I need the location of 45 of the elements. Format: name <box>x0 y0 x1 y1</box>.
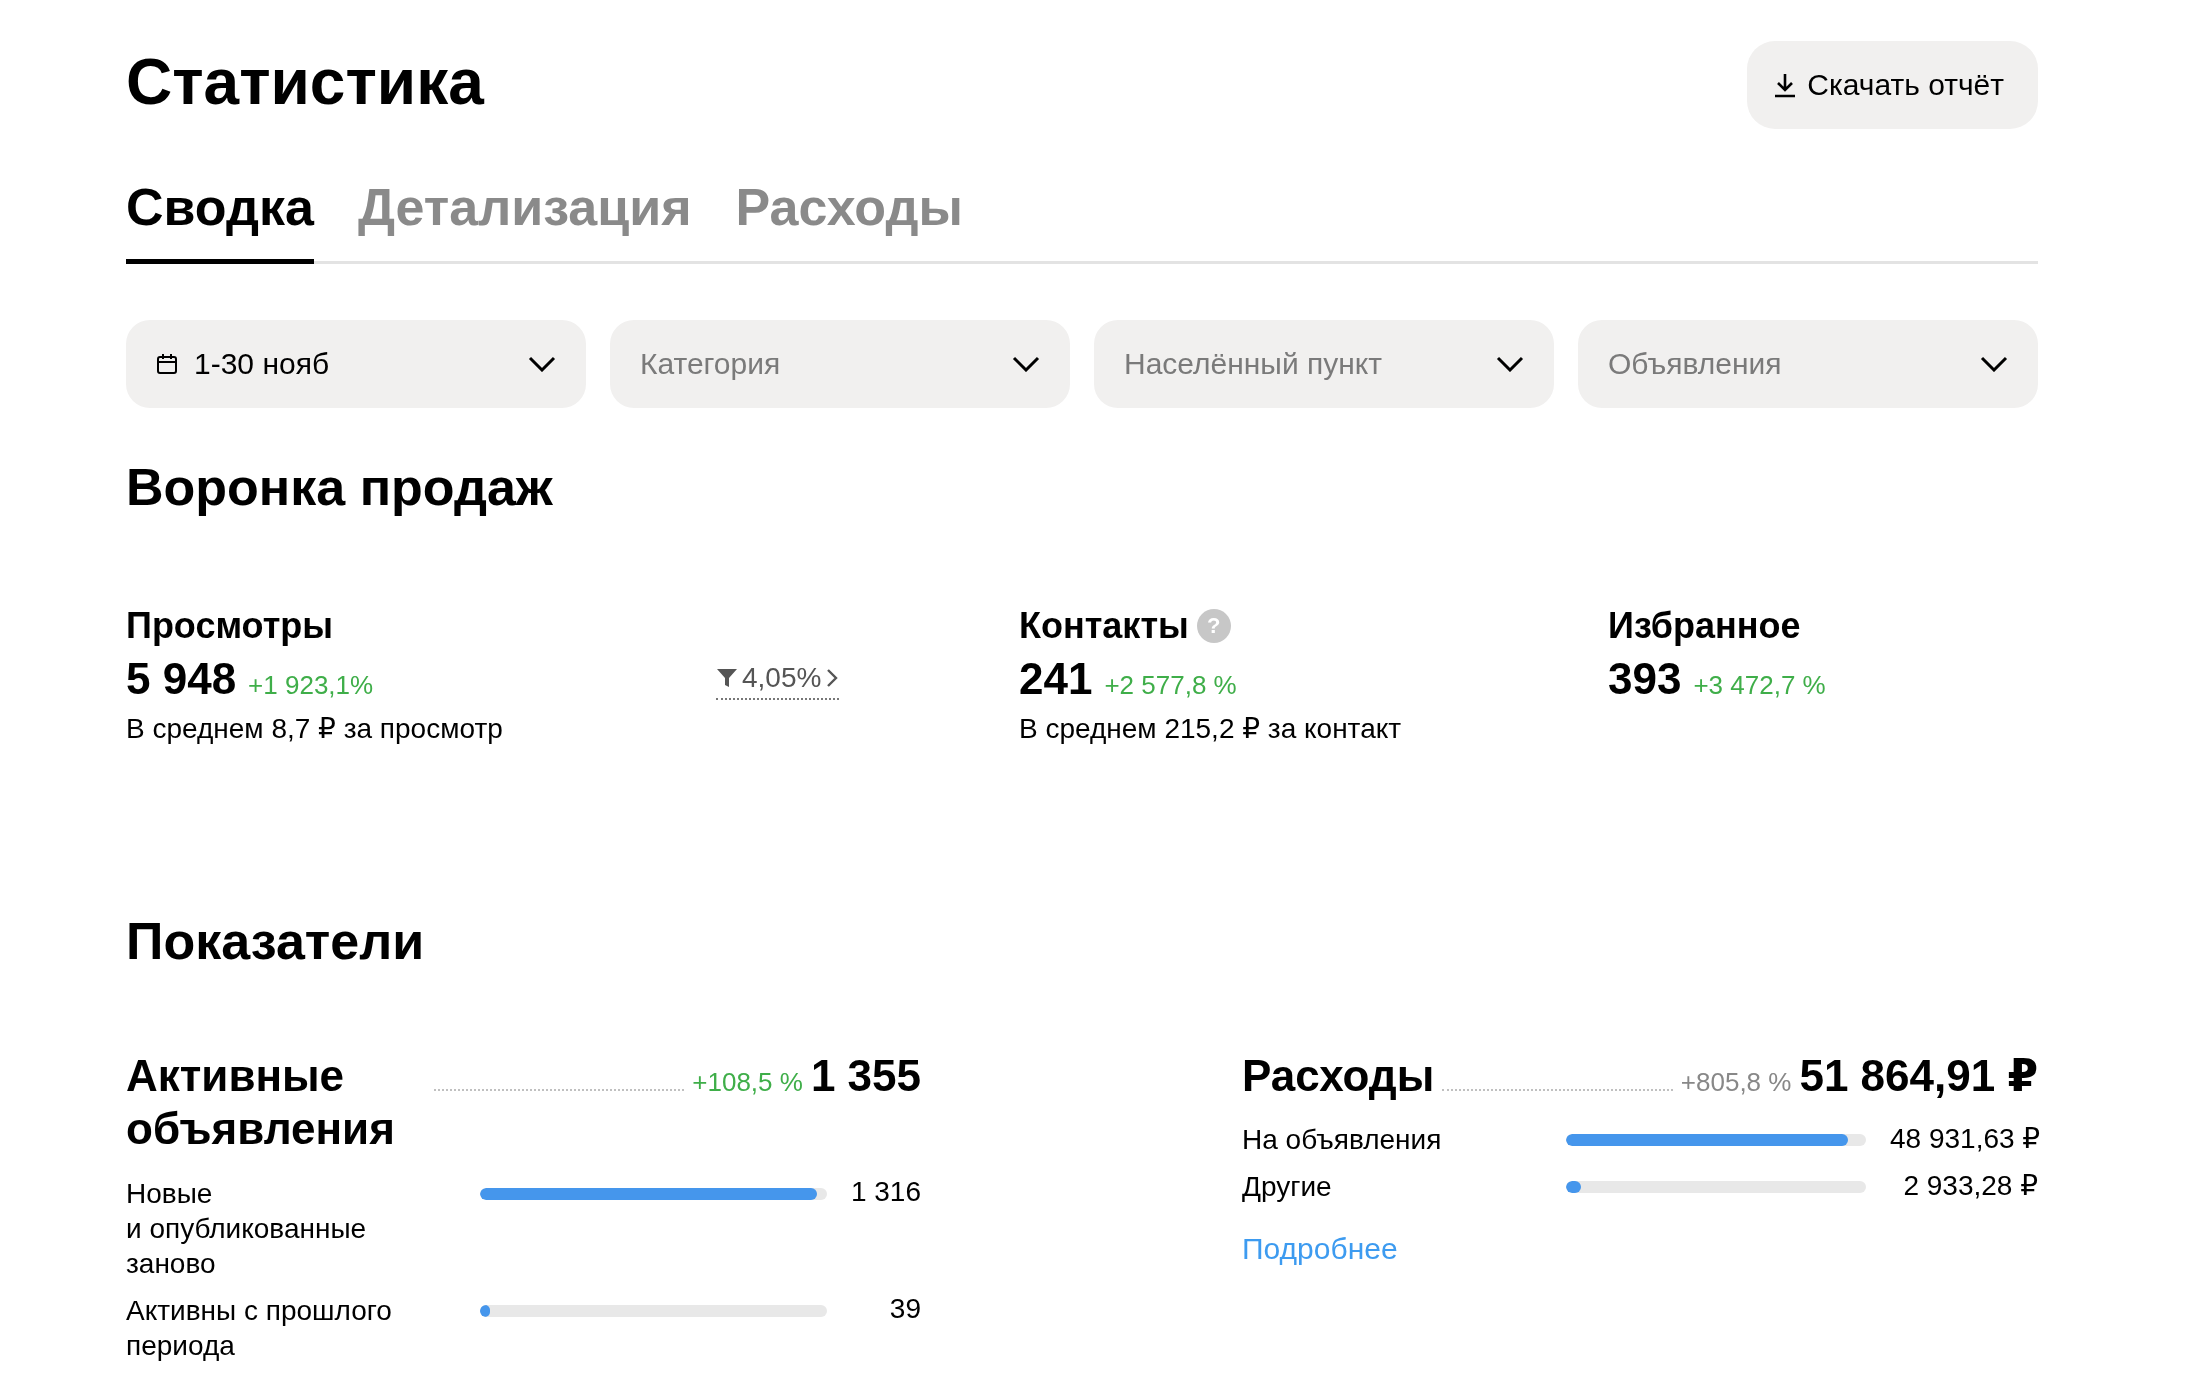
row-label: На объявления <box>1242 1123 1443 1158</box>
filter-dropdown[interactable]: Объявления <box>1578 320 2038 408</box>
row-label: Активны с прошлого периода <box>126 1294 393 1364</box>
metric-label: Контакты <box>1019 605 1189 648</box>
tab[interactable]: Детализация <box>357 177 692 264</box>
page-title: Статистика <box>126 47 484 118</box>
chevron-down-icon <box>1980 356 2008 372</box>
metric-label: Просмотры <box>126 605 334 648</box>
metric-value: 393 <box>1608 654 1682 705</box>
download-report-button[interactable]: Скачать отчёт <box>1747 41 2038 129</box>
row-label: Новые и опубликованные заново <box>126 1177 368 1282</box>
row-value: 1 316 <box>850 1176 921 1209</box>
indicator-value: 1 355 <box>810 1050 921 1101</box>
tab[interactable]: Расходы <box>735 177 963 264</box>
metric-value: 241 <box>1019 654 1093 705</box>
metric-label: Избранное <box>1608 605 1801 648</box>
tab[interactable]: Сводка <box>126 177 314 264</box>
filter-dropdown[interactable]: Населённый пункт <box>1094 320 1554 408</box>
filter-dropdown[interactable]: 1-30 нояб <box>126 320 586 408</box>
chevron-down-icon <box>1496 356 1524 372</box>
chevron-down-icon <box>528 356 556 372</box>
metric-change: +1 923,1% <box>248 670 374 702</box>
row-label: Другие <box>1242 1170 1333 1205</box>
details-link[interactable]: Подробнее <box>1242 1232 1398 1267</box>
filter-dropdown[interactable]: Категория <box>610 320 1070 408</box>
indicator-title: Активные объявления <box>126 1049 396 1156</box>
download-icon <box>1773 72 1798 98</box>
chevron-down-icon <box>1012 356 1040 372</box>
row-value: 2 933,28 ₽ <box>1902 1169 2038 1203</box>
metric-note: В среднем 8,7 ₽ за просмотр <box>126 712 504 746</box>
metric-change: +3 472,7 % <box>1693 670 1826 702</box>
indicator-change: +108,5 % <box>692 1066 803 1098</box>
metric-value: 5 948 <box>126 654 237 705</box>
metric-change: +2 577,8 % <box>1104 670 1237 702</box>
section-title: Воронка продаж <box>126 457 554 518</box>
filter-icon <box>716 667 738 690</box>
indicator-change: +805,8 % <box>1680 1066 1792 1098</box>
indicator-value: 51 864,91 ₽ <box>1799 1049 2038 1101</box>
calendar-icon <box>156 353 178 375</box>
row-value: 39 <box>888 1293 921 1326</box>
row-value: 48 931,63 ₽ <box>1890 1122 2038 1156</box>
conversion-link[interactable]: 4,05% <box>716 662 840 701</box>
indicator-title: Расходы <box>1242 1049 1435 1102</box>
metric-note: В среднем 215,2 ₽ за контакт <box>1019 712 1403 746</box>
section-title: Показатели <box>126 911 426 973</box>
